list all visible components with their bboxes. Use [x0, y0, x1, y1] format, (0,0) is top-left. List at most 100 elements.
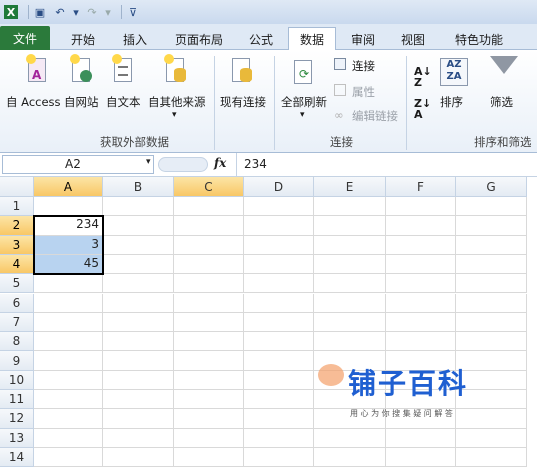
- save-icon[interactable]: ▣: [33, 5, 47, 19]
- from-access-button[interactable]: 自 Access: [6, 94, 61, 110]
- cell-c1[interactable]: [174, 197, 244, 217]
- cell-c6[interactable]: [174, 293, 244, 313]
- cell-e6[interactable]: [314, 293, 386, 313]
- tab-home[interactable]: 开始: [58, 28, 108, 50]
- cell-f13[interactable]: [386, 428, 456, 448]
- cell-b11[interactable]: [103, 390, 174, 410]
- tab-page-layout[interactable]: 页面布局: [164, 28, 234, 50]
- row-header-3[interactable]: 3: [0, 235, 34, 255]
- name-box[interactable]: A2: [2, 155, 154, 174]
- column-header-g[interactable]: G: [456, 177, 527, 197]
- column-header-f[interactable]: F: [386, 177, 456, 197]
- cell-d11[interactable]: [244, 390, 314, 410]
- cell-c5[interactable]: [174, 274, 244, 294]
- cell-b3[interactable]: [103, 235, 174, 255]
- cell-b4[interactable]: [103, 254, 174, 275]
- row-header-10[interactable]: 10: [0, 370, 34, 390]
- cell-d6[interactable]: [244, 293, 314, 313]
- cell-b1[interactable]: [103, 197, 174, 217]
- cell-g8[interactable]: [456, 332, 527, 352]
- column-header-b[interactable]: B: [103, 177, 174, 197]
- undo-icon[interactable]: ↶: [53, 5, 67, 19]
- cell-b13[interactable]: [103, 428, 174, 448]
- row-header-13[interactable]: 13: [0, 428, 34, 448]
- filter-button[interactable]: 筛选: [490, 94, 513, 110]
- cell-g6[interactable]: [456, 293, 527, 313]
- cell-e8[interactable]: [314, 332, 386, 352]
- column-header-a[interactable]: A: [34, 177, 103, 197]
- redo-icon[interactable]: ↷: [85, 5, 99, 19]
- cell-c14[interactable]: [174, 447, 244, 467]
- cell-c2[interactable]: [174, 216, 244, 236]
- cell-e4[interactable]: [314, 254, 386, 275]
- cell-d4[interactable]: [244, 254, 314, 275]
- cell-g3[interactable]: [456, 235, 527, 255]
- cell-a4[interactable]: 45: [34, 254, 103, 275]
- cell-d5[interactable]: [244, 274, 314, 294]
- cell-b14[interactable]: [103, 447, 174, 467]
- undo-dropdown-icon[interactable]: ▾: [73, 5, 79, 19]
- cell-f3[interactable]: [386, 235, 456, 255]
- cell-b7[interactable]: [103, 312, 174, 333]
- cell-d9[interactable]: [244, 351, 314, 371]
- cell-c7[interactable]: [174, 312, 244, 333]
- tab-insert[interactable]: 插入: [112, 28, 158, 50]
- cell-f6[interactable]: [386, 293, 456, 313]
- cell-a5[interactable]: [34, 274, 103, 294]
- cell-a3[interactable]: 3: [34, 235, 103, 255]
- cell-e14[interactable]: [314, 447, 386, 467]
- tab-view[interactable]: 视图: [392, 28, 434, 50]
- row-header-4[interactable]: 4: [0, 254, 34, 275]
- properties-button[interactable]: 属性: [352, 84, 375, 100]
- cell-d12[interactable]: [244, 409, 314, 429]
- cell-c4[interactable]: [174, 254, 244, 275]
- cell-d8[interactable]: [244, 332, 314, 352]
- cell-d7[interactable]: [244, 312, 314, 333]
- customize-icon[interactable]: ⊽: [126, 5, 140, 19]
- excel-icon[interactable]: X: [4, 5, 18, 19]
- from-text-button[interactable]: 自文本: [106, 94, 141, 110]
- cell-c11[interactable]: [174, 390, 244, 410]
- chevron-down-icon[interactable]: ▾: [172, 110, 177, 120]
- cell-d2[interactable]: [244, 216, 314, 236]
- cell-g5[interactable]: [456, 274, 527, 294]
- from-other-sources-button[interactable]: 自其他来源: [148, 94, 206, 110]
- cell-f7[interactable]: [386, 312, 456, 333]
- row-header-5[interactable]: 5: [0, 274, 34, 294]
- redo-dropdown-icon[interactable]: ▾: [105, 5, 111, 19]
- cell-b9[interactable]: [103, 351, 174, 371]
- cell-a2[interactable]: 234: [34, 216, 103, 236]
- column-header-c[interactable]: C: [174, 177, 244, 197]
- connections-button[interactable]: 连接: [352, 58, 375, 74]
- formula-bar-splitter[interactable]: [158, 157, 208, 172]
- cell-g1[interactable]: [456, 197, 527, 217]
- cell-b6[interactable]: [103, 293, 174, 313]
- cell-e2[interactable]: [314, 216, 386, 236]
- chevron-down-icon[interactable]: ▾: [300, 110, 305, 120]
- cell-b10[interactable]: [103, 370, 174, 390]
- row-header-12[interactable]: 12: [0, 409, 34, 429]
- cell-a1[interactable]: [34, 197, 103, 217]
- row-header-1[interactable]: 1: [0, 197, 34, 217]
- cell-c8[interactable]: [174, 332, 244, 352]
- existing-connections-button[interactable]: 现有连接: [220, 94, 266, 110]
- sort-button[interactable]: 排序: [440, 94, 463, 110]
- cell-c13[interactable]: [174, 428, 244, 448]
- row-header-14[interactable]: 14: [0, 447, 34, 467]
- formula-input[interactable]: 234: [244, 157, 267, 171]
- row-header-8[interactable]: 8: [0, 332, 34, 352]
- cell-b2[interactable]: [103, 216, 174, 236]
- cell-b12[interactable]: [103, 409, 174, 429]
- cell-g14[interactable]: [456, 447, 527, 467]
- cell-f8[interactable]: [386, 332, 456, 352]
- cell-e1[interactable]: [314, 197, 386, 217]
- cell-d1[interactable]: [244, 197, 314, 217]
- cell-c12[interactable]: [174, 409, 244, 429]
- cell-a7[interactable]: [34, 312, 103, 333]
- cell-d10[interactable]: [244, 370, 314, 390]
- cell-c9[interactable]: [174, 351, 244, 371]
- cell-g13[interactable]: [456, 428, 527, 448]
- cell-b5[interactable]: [103, 274, 174, 294]
- cell-g4[interactable]: [456, 254, 527, 275]
- cell-g7[interactable]: [456, 312, 527, 333]
